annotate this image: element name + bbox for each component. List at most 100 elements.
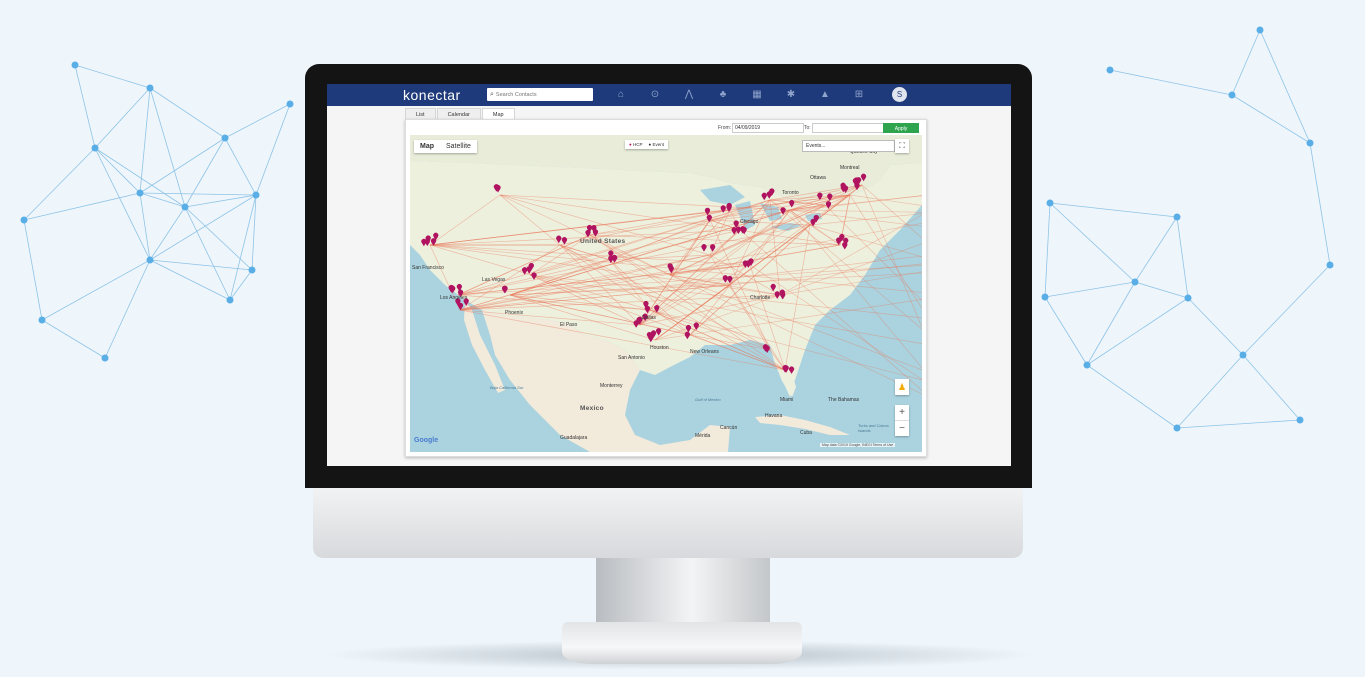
- network-edge: [94, 87, 151, 149]
- zoom-in-button[interactable]: +: [895, 405, 909, 421]
- network-icon[interactable]: ⋀: [679, 88, 699, 102]
- network-node: [146, 256, 154, 264]
- label-phoenix: Phoenix: [505, 310, 524, 316]
- map-type-map-button[interactable]: Map: [414, 140, 440, 153]
- network-node: [1296, 416, 1304, 424]
- network-node: [226, 296, 234, 304]
- to-date-input[interactable]: [812, 123, 884, 133]
- network-edge: [139, 192, 186, 208]
- map-type-satellite-button[interactable]: Satellite: [440, 140, 477, 153]
- network-edge: [1049, 202, 1178, 218]
- search-box[interactable]: ⌕: [487, 88, 593, 101]
- network-edge: [1187, 297, 1244, 356]
- fullscreen-icon[interactable]: ⛶: [895, 139, 909, 153]
- label-toronto: Toronto: [782, 190, 799, 196]
- zoom-out-button[interactable]: −: [895, 421, 909, 436]
- network-edge: [23, 219, 43, 321]
- network-edge: [149, 87, 186, 208]
- monitor-stand-neck: [596, 555, 770, 630]
- network-edge: [184, 206, 253, 271]
- hierarchy-icon[interactable]: ⊞: [849, 88, 869, 102]
- home-icon[interactable]: ⌂: [611, 88, 631, 102]
- network-edge: [1086, 297, 1189, 366]
- label-havana: Havana: [765, 413, 783, 419]
- label-gulf-of-mexico: Gulf of Mexico: [695, 397, 721, 402]
- label-miami: Miami: [780, 397, 794, 403]
- network-node: [1228, 91, 1236, 99]
- legend-hcp-label: HCP: [632, 142, 643, 147]
- label-houston: Houston: [650, 345, 669, 351]
- network-edge: [255, 103, 291, 196]
- network-edge: [74, 64, 96, 149]
- network-node: [248, 266, 256, 274]
- label-baja-california-sur: Baja California Sur: [490, 385, 524, 390]
- to-label: To:: [804, 125, 811, 131]
- hcp-pin-icon: ●: [629, 142, 632, 147]
- network-edge: [41, 319, 106, 359]
- hcp-marker[interactable]: [764, 345, 770, 353]
- label-los-angeles: Los Angeles: [440, 295, 468, 301]
- calendar-icon[interactable]: ▦: [747, 88, 767, 102]
- google-logo: Google: [414, 437, 439, 444]
- date-filter: From: To: Apply: [406, 123, 926, 133]
- network-edge: [1309, 142, 1331, 266]
- network-edge: [229, 194, 257, 301]
- network-node: [1256, 26, 1264, 34]
- network-edge: [1044, 296, 1088, 366]
- tree-icon[interactable]: ♣: [713, 88, 733, 102]
- legend-hcp[interactable]: ● HCP: [629, 142, 643, 147]
- network-edge: [1086, 281, 1136, 366]
- network-edge: [104, 259, 151, 359]
- network-edge: [229, 269, 253, 301]
- network-node: [38, 316, 46, 324]
- label-san-antonio: San Antonio: [618, 355, 645, 361]
- network-edge: [149, 206, 186, 261]
- event-pin-icon: ●: [648, 142, 652, 147]
- user-avatar[interactable]: S: [892, 87, 907, 102]
- network-edge: [139, 87, 151, 194]
- pegman-icon[interactable]: ♟: [895, 379, 909, 395]
- apply-button[interactable]: Apply: [883, 123, 919, 133]
- buildings-icon[interactable]: ▲: [815, 88, 835, 102]
- network-edge: [224, 103, 291, 139]
- legend-event[interactable]: ● Event: [649, 142, 665, 147]
- network-node: [1326, 261, 1334, 269]
- network-edge: [94, 147, 186, 208]
- network-edge: [1134, 216, 1178, 283]
- network-node: [1173, 424, 1181, 432]
- search-icon[interactable]: ⊙: [645, 88, 665, 102]
- search-input[interactable]: [493, 91, 586, 98]
- network-edge: [1259, 29, 1311, 144]
- network-edge: [1044, 202, 1051, 298]
- network-edge: [184, 137, 226, 208]
- network-node: [1083, 361, 1091, 369]
- from-date-input[interactable]: [732, 123, 804, 133]
- map-graphic: [410, 135, 922, 452]
- map-canvas[interactable]: United States Mexico Québec City Montrea…: [410, 135, 922, 452]
- network-node: [1106, 66, 1114, 74]
- label-charlotte: Charlotte: [750, 295, 771, 301]
- network-edge: [1044, 281, 1136, 298]
- network-edge: [224, 137, 257, 196]
- network-node: [181, 203, 189, 211]
- network-edge: [1176, 419, 1301, 429]
- label-el-paso: El Paso: [560, 322, 578, 328]
- app-logo[interactable]: konectar: [403, 87, 461, 103]
- network-edge: [1231, 29, 1261, 96]
- network-node: [71, 61, 79, 69]
- network-node: [136, 189, 144, 197]
- network-edge: [94, 147, 141, 194]
- label-mexico: Mexico: [580, 405, 604, 412]
- network-node: [20, 216, 28, 224]
- nav-icons: ⌂ ⊙ ⋀ ♣ ▦ ✱ ▲ ⊞: [611, 88, 869, 102]
- network-node: [1306, 139, 1314, 147]
- settings-icon[interactable]: ✱: [781, 88, 801, 102]
- label-chicago: Chicago: [740, 219, 759, 225]
- map-attribution[interactable]: Map data ©2019 Google, INEGI Terms of Us…: [820, 443, 896, 447]
- app-screen: konectar ⌕ ⌂ ⊙ ⋀ ♣ ▦ ✱ ▲ ⊞ S List Calend…: [327, 84, 1011, 466]
- label-las-vegas: Las Vegas: [482, 277, 506, 283]
- network-node: [252, 191, 260, 199]
- events-select[interactable]: Events...: [802, 140, 895, 152]
- network-node: [1239, 351, 1247, 359]
- network-edge: [184, 194, 257, 208]
